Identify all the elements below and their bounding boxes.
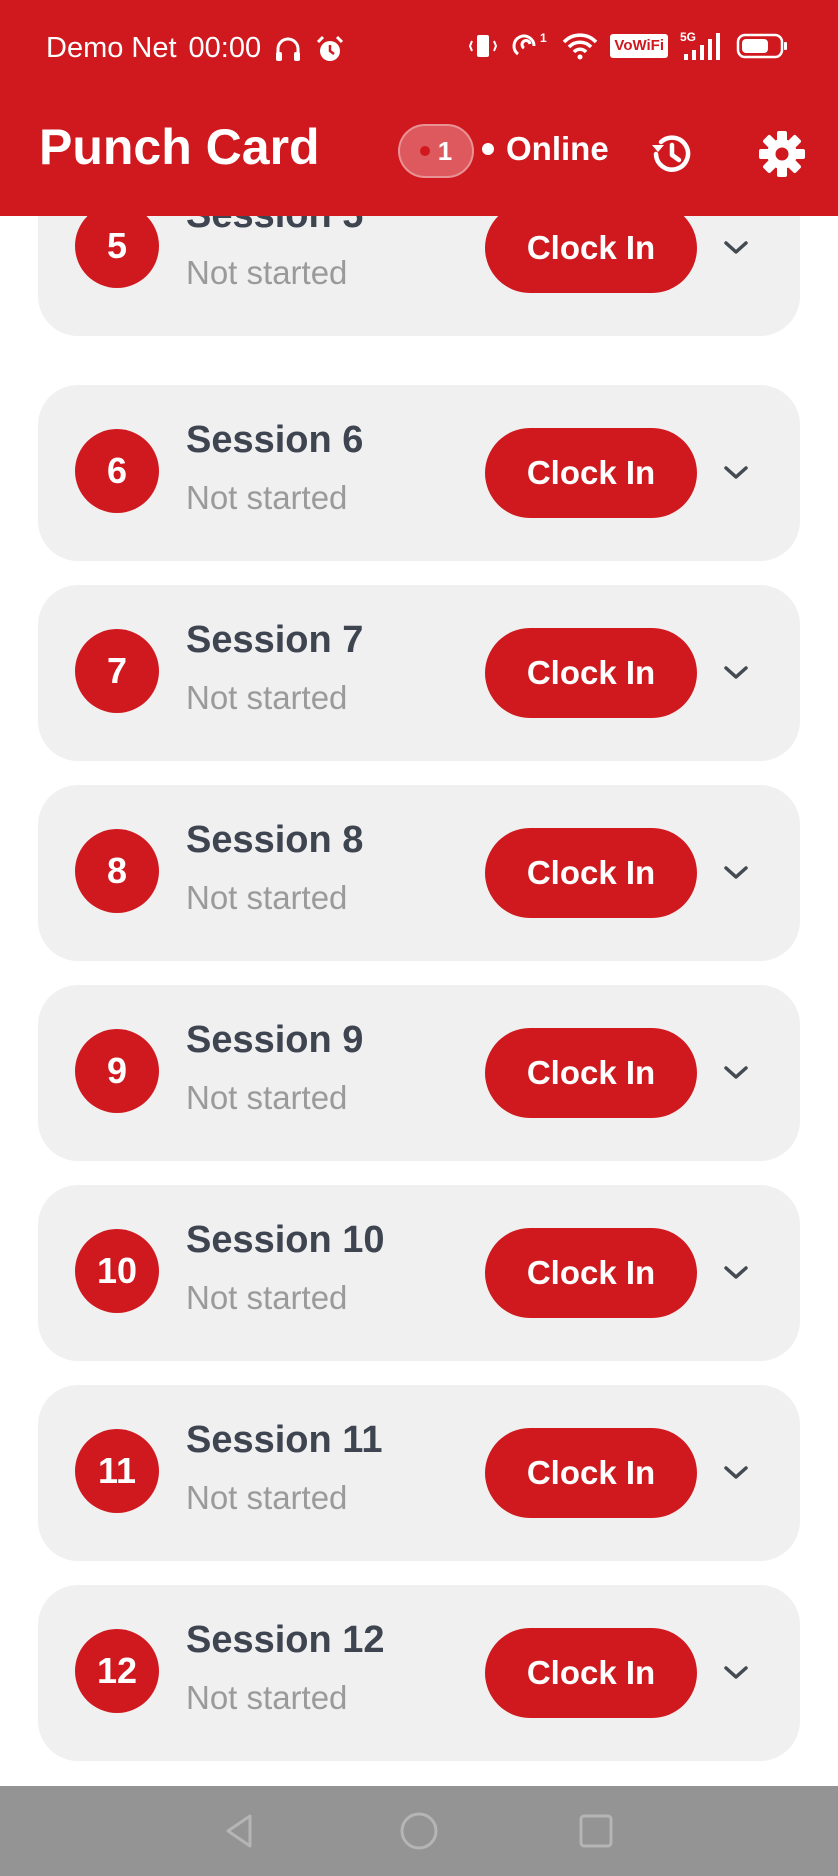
clock-in-button[interactable]: Clock In <box>485 1228 697 1318</box>
session-number-badge: 9 <box>75 1029 159 1113</box>
session-status: Not started <box>186 1079 348 1116</box>
clock-in-button[interactable]: Clock In <box>485 203 697 293</box>
chevron-down-icon[interactable] <box>718 1455 754 1491</box>
status-bar: Demo Net 00:00 1 VoWiFi 5G <box>0 0 838 100</box>
system-nav-bar <box>0 1786 838 1876</box>
status-right: 1 VoWiFi 5G <box>468 30 788 62</box>
connection-status-label: Online <box>506 130 609 167</box>
vowifi-badge: VoWiFi <box>610 34 668 58</box>
session-card: 6 Session 6 Not started Clock In <box>38 385 800 561</box>
pending-dot <box>419 146 430 156</box>
recents-square-icon[interactable] <box>571 1806 621 1856</box>
pending-sync-chip[interactable]: 1 <box>398 124 474 178</box>
session-status: Not started <box>186 479 348 516</box>
session-title: Session 10 <box>186 1219 385 1261</box>
clock-in-button[interactable]: Clock In <box>485 628 697 718</box>
session-status: Not started <box>186 879 348 916</box>
headphones-icon <box>276 37 301 61</box>
session-number-badge: 6 <box>75 429 159 513</box>
session-title: Session 9 <box>186 1019 364 1061</box>
session-card: 10 Session 10 Not started Clock In <box>38 1185 800 1361</box>
vibrate-icon <box>469 35 498 57</box>
clock-in-button[interactable]: Clock In <box>485 1428 697 1518</box>
clock-in-button[interactable]: Clock In <box>485 1028 697 1118</box>
online-dot <box>482 143 494 155</box>
session-number-badge: 7 <box>75 629 159 713</box>
chevron-down-icon[interactable] <box>718 230 754 266</box>
chevron-down-icon[interactable] <box>718 1255 754 1291</box>
hotspot-icon: 1 <box>512 31 547 56</box>
chevron-down-icon[interactable] <box>718 1655 754 1691</box>
settings-gear-icon[interactable] <box>754 126 810 182</box>
chevron-down-icon[interactable] <box>718 1055 754 1091</box>
session-status: Not started <box>186 679 348 716</box>
session-number-badge: 12 <box>75 1629 159 1713</box>
wifi-icon <box>563 33 598 60</box>
chevron-down-icon[interactable] <box>718 655 754 691</box>
history-icon[interactable] <box>643 126 699 182</box>
session-title: Session 11 <box>186 1419 383 1461</box>
session-number-badge: 11 <box>75 1429 159 1513</box>
session-card: 12 Session 12 Not started Clock In <box>38 1585 800 1761</box>
clock-in-button[interactable]: Clock In <box>485 428 697 518</box>
session-title: Session 6 <box>186 419 364 461</box>
session-card: 11 Session 11 Not started Clock In <box>38 1385 800 1561</box>
session-title: Session 7 <box>186 619 364 661</box>
pending-count: 1 <box>437 135 453 166</box>
session-list[interactable]: 5 Session 5 Not started Clock In 6 Sessi… <box>0 0 838 1786</box>
signal-5g-icon: 5G <box>680 30 720 60</box>
session-number-badge: 5 <box>75 204 159 288</box>
svg-text:5G: 5G <box>680 30 696 44</box>
session-status: Not started <box>186 1279 348 1316</box>
carrier-name: Demo Net <box>46 32 177 64</box>
session-card: 9 Session 9 Not started Clock In <box>38 985 800 1161</box>
connection-status: Online <box>482 130 609 168</box>
app-bar: Punch Card 1 Online <box>0 100 838 216</box>
clock-in-button[interactable]: Clock In <box>485 828 697 918</box>
alarm-icon <box>317 35 344 61</box>
chevron-down-icon[interactable] <box>718 855 754 891</box>
session-number-badge: 10 <box>75 1229 159 1313</box>
home-circle-icon[interactable] <box>394 1806 444 1856</box>
status-time: 00:00 <box>188 32 262 64</box>
app-header: Demo Net 00:00 1 VoWiFi 5G Punch Card 1 … <box>0 0 838 216</box>
chevron-down-icon[interactable] <box>718 455 754 491</box>
session-status: Not started <box>186 1479 348 1516</box>
svg-text:1: 1 <box>540 31 547 45</box>
session-title: Session 12 <box>186 1619 385 1661</box>
session-number-badge: 8 <box>75 829 159 913</box>
session-card: 8 Session 8 Not started Clock In <box>38 785 800 961</box>
screen: 5 Session 5 Not started Clock In 6 Sessi… <box>0 0 838 1876</box>
battery-icon <box>736 33 787 59</box>
session-title: Session 8 <box>186 819 364 861</box>
status-left: Demo Net 00:00 <box>46 32 345 65</box>
session-card: 7 Session 7 Not started Clock In <box>38 585 800 761</box>
session-status: Not started <box>186 254 348 291</box>
clock-in-button[interactable]: Clock In <box>485 1628 697 1718</box>
session-status: Not started <box>186 1679 348 1716</box>
app-title: Punch Card <box>39 119 320 175</box>
back-triangle-icon[interactable] <box>215 1806 265 1856</box>
